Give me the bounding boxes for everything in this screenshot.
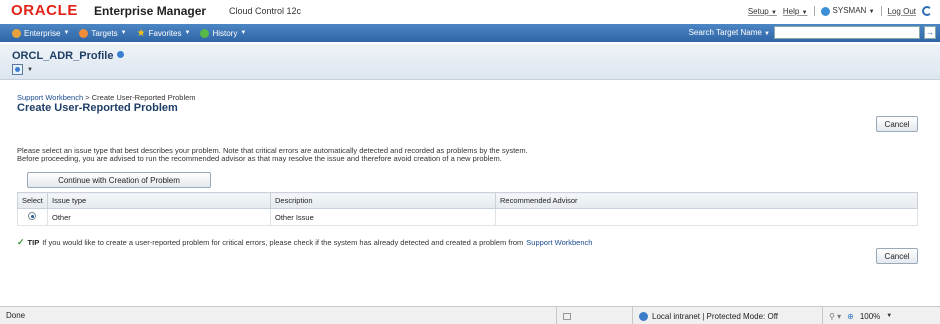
- tip-message: ✓ TIP If you would like to create a user…: [17, 237, 592, 248]
- target-title: ORCL_ADR_Profile: [12, 50, 125, 62]
- column-header-description: Description: [270, 192, 496, 209]
- issue-type-radio[interactable]: [28, 212, 36, 220]
- check-icon: ✓: [17, 237, 25, 247]
- select-cell: [17, 208, 48, 226]
- target-search: Search Target Name ▼ →: [689, 26, 936, 39]
- user-menu[interactable]: SYSMAN ▼: [820, 6, 875, 16]
- status-text: Done: [6, 311, 26, 320]
- issue-type-table: Select Issue type Description Recommende…: [17, 192, 918, 226]
- menu-enterprise[interactable]: Enterprise ▼: [12, 28, 70, 38]
- chevron-down-icon: ▼: [240, 30, 247, 36]
- star-icon: ★: [136, 27, 146, 39]
- breadcrumb: Support Workbench > Create User-Reported…: [17, 93, 196, 102]
- history-icon: [200, 28, 210, 38]
- advisor-cell: [495, 208, 918, 226]
- divider: [813, 6, 815, 16]
- tip-label: TIP: [27, 238, 40, 247]
- chevron-down-icon: ▼: [184, 30, 191, 36]
- continue-creation-button[interactable]: Continue with Creation of Problem: [27, 172, 211, 188]
- breadcrumb-support-workbench[interactable]: Support Workbench: [17, 93, 83, 102]
- search-scope-menu[interactable]: Search Target Name ▼: [689, 28, 770, 37]
- cancel-button-bottom[interactable]: Cancel: [876, 248, 918, 264]
- chevron-down-icon: ▼: [63, 30, 70, 36]
- user-icon: [820, 6, 830, 16]
- security-zone[interactable]: Local intranet | Protected Mode: Off: [632, 307, 812, 324]
- logout-link[interactable]: Log Out: [888, 7, 916, 16]
- page-title: Create User-Reported Problem: [17, 102, 178, 114]
- zoom-icon: ⊕: [847, 311, 854, 321]
- cancel-button[interactable]: Cancel: [876, 116, 918, 132]
- search-input[interactable]: [774, 26, 920, 39]
- target-menu[interactable]: ▼: [12, 64, 33, 75]
- status-panel: [556, 307, 576, 324]
- chevron-down-icon: ▼: [120, 30, 127, 36]
- instructions-line-2: Before proceeding, you are advised to ru…: [17, 154, 502, 163]
- chevron-down-icon: ▼: [801, 9, 808, 16]
- page-icon: [563, 312, 571, 320]
- browser-status-bar: Done Local intranet | Protected Mode: Of…: [0, 306, 940, 324]
- main-menu-bar: Enterprise ▼ Targets ▼ ★ Favorites ▼ His…: [0, 24, 940, 42]
- target-type-icon: [12, 64, 23, 75]
- description-cell: Other Issue: [270, 208, 496, 226]
- search-go-icon[interactable]: →: [924, 26, 936, 39]
- tip-text: If you would like to create a user-repor…: [42, 238, 524, 247]
- chevron-down-icon: ▼: [27, 66, 33, 73]
- tip-support-workbench-link[interactable]: Support Workbench: [526, 238, 592, 247]
- main-content: Support Workbench > Create User-Reported…: [0, 80, 940, 296]
- column-header-recommended-advisor: Recommended Advisor: [495, 192, 918, 209]
- breadcrumb-separator: >: [85, 93, 90, 102]
- zoom-control[interactable]: ⚲ ▾ ⊕ 100% ▼: [822, 307, 940, 324]
- product-edition: Cloud Control 12c: [229, 6, 302, 16]
- divider: [880, 6, 882, 16]
- column-header-issue-type: Issue type: [47, 192, 271, 209]
- logout-icon[interactable]: [922, 6, 932, 16]
- column-header-select: Select: [17, 192, 48, 209]
- targets-icon: [79, 28, 89, 38]
- globe-icon: [639, 311, 648, 321]
- target-header: ORCL_ADR_Profile ▼: [0, 44, 940, 80]
- app-header: ORACLE Enterprise Manager Cloud Control …: [0, 0, 940, 22]
- oracle-logo: ORACLE: [11, 2, 78, 19]
- protected-mode-icon: ⚲ ▾: [829, 311, 842, 321]
- info-icon[interactable]: [117, 51, 125, 58]
- global-links: Setup ▼ Help ▼ SYSMAN ▼ Log Out: [748, 6, 932, 16]
- product-name: Enterprise Manager: [94, 4, 207, 18]
- zoom-level: 100%: [859, 311, 881, 321]
- chevron-down-icon: ▼: [868, 9, 875, 16]
- menu-targets[interactable]: Targets ▼: [79, 28, 127, 38]
- chevron-down-icon: ▼: [886, 313, 893, 319]
- enterprise-icon: [12, 28, 21, 38]
- menu-history[interactable]: History ▼: [200, 28, 247, 38]
- menu-favorites[interactable]: ★ Favorites ▼: [136, 27, 191, 39]
- help-menu[interactable]: Help ▼: [783, 7, 808, 16]
- setup-menu[interactable]: Setup ▼: [748, 7, 777, 16]
- chevron-down-icon: ▼: [770, 9, 777, 16]
- issue-type-cell: Other: [47, 208, 271, 226]
- table-row[interactable]: Other Other Issue: [17, 208, 918, 226]
- breadcrumb-current: Create User-Reported Problem: [91, 93, 196, 102]
